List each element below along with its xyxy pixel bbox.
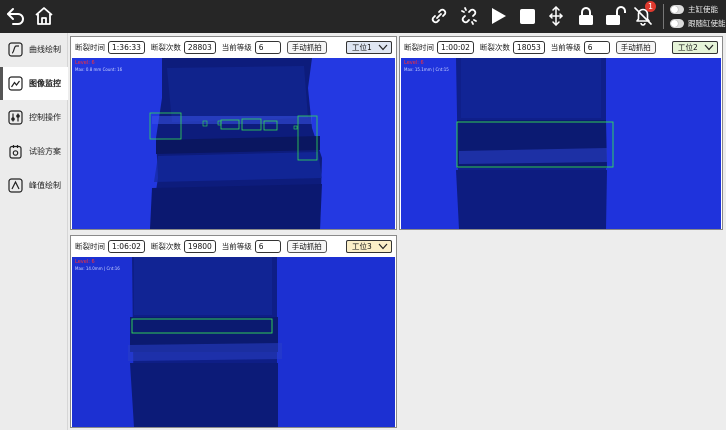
station-select[interactable]: 工位1 [346,41,392,54]
current-level-value: 6 [583,41,610,54]
fracture-count-value: 19800 [183,240,216,253]
fracture-time-value: 1:00:02 [437,41,474,54]
manual-capture-button[interactable]: 手动抓拍 [615,41,656,54]
sidebar-item-curve[interactable]: 曲线绘制 [0,33,68,66]
lock-icon[interactable] [575,5,597,27]
manual-capture-button[interactable]: 手动抓拍 [286,240,327,253]
control-sliders-icon [8,110,23,125]
station-select[interactable]: 工位2 [672,41,718,54]
sidebar: 曲线绘制 图像监控 控制操作 试验方案 峰值绘制 [0,33,68,430]
current-level-value: 6 [254,240,281,253]
chevron-down-icon [378,44,388,51]
overlay-level-text: Level: 6 [75,259,95,265]
stop-icon[interactable] [516,5,538,27]
current-level-value: 6 [254,41,281,54]
follow-cylinder-toggle-row: 跟随缸使能 [670,17,726,29]
follow-cylinder-toggle[interactable] [670,18,684,28]
chevron-down-icon [704,44,714,51]
overlay-info-text: Max: 15.1mm | Cnt:15 [404,67,449,72]
overlay-info-text: Max: 14.0mm | Cnt:16 [75,266,120,271]
curve-icon [8,42,23,57]
fracture-time-value: 1:36:33 [108,41,145,54]
move-axis-icon[interactable] [545,5,567,27]
overlay-level-text: Level: 6 [75,60,95,66]
station-panel-2: 断裂时间 1:00:02 断裂次数 18053 当前等级 6 手动抓拍 工位2 … [399,36,723,230]
top-toolbar: 1 主缸使能 跟随缸使能 [0,0,726,33]
undo-icon[interactable] [5,5,27,27]
link-icon[interactable] [428,5,450,27]
station-select[interactable]: 工位3 [346,240,392,253]
overlay-info-text: Max: 0.8 mm Count: 16 [75,67,123,72]
manual-capture-button[interactable]: 手动抓拍 [286,41,327,54]
sidebar-item-image-monitor[interactable]: 图像监控 [0,67,68,100]
image-monitor-icon [8,76,23,91]
main-cylinder-toggle[interactable] [670,4,684,14]
follow-cylinder-label: 跟随缸使能 [688,18,726,28]
sidebar-item-peak[interactable]: 峰值绘制 [0,169,68,202]
main-cylinder-toggle-row: 主缸使能 [670,3,718,15]
toolbar-divider [663,4,664,29]
notification-badge: 1 [645,1,656,12]
sidebar-item-test-plan[interactable]: 试验方案 [0,135,68,168]
app-window: 1 主缸使能 跟随缸使能 曲线绘制 图像监控 控制操作 试验方案 峰值绘制 断裂… [0,0,726,430]
unlock-icon[interactable] [604,5,626,27]
main-cylinder-label: 主缸使能 [688,4,718,14]
station-panel-1: 断裂时间 1:36:33 断裂次数 28803 当前等级 6 手动抓拍 工位1 [70,36,397,230]
test-plan-icon [8,144,23,159]
camera-view: Level: 6 Max: 0.8 mm Count: 16 [72,58,395,229]
overlay-level-text: Level: 6 [404,60,424,66]
camera-view: Level: 6 Max: 14.0mm | Cnt:16 [72,257,395,427]
camera-view: Level: 6 Max: 15.1mm | Cnt:15 [401,58,721,229]
station-panel-3: 断裂时间 1:06:02 断裂次数 19800 当前等级 6 手动抓拍 工位3 … [70,235,397,428]
home-icon[interactable] [33,5,55,27]
fracture-count-value: 28803 [183,41,216,54]
peak-icon [8,178,23,193]
chevron-down-icon [378,243,388,250]
sidebar-item-control[interactable]: 控制操作 [0,101,68,134]
fracture-time-value: 1:06:02 [108,240,145,253]
unlink-icon[interactable] [458,5,480,27]
fracture-count-value: 18053 [512,41,545,54]
play-icon[interactable] [487,5,509,27]
